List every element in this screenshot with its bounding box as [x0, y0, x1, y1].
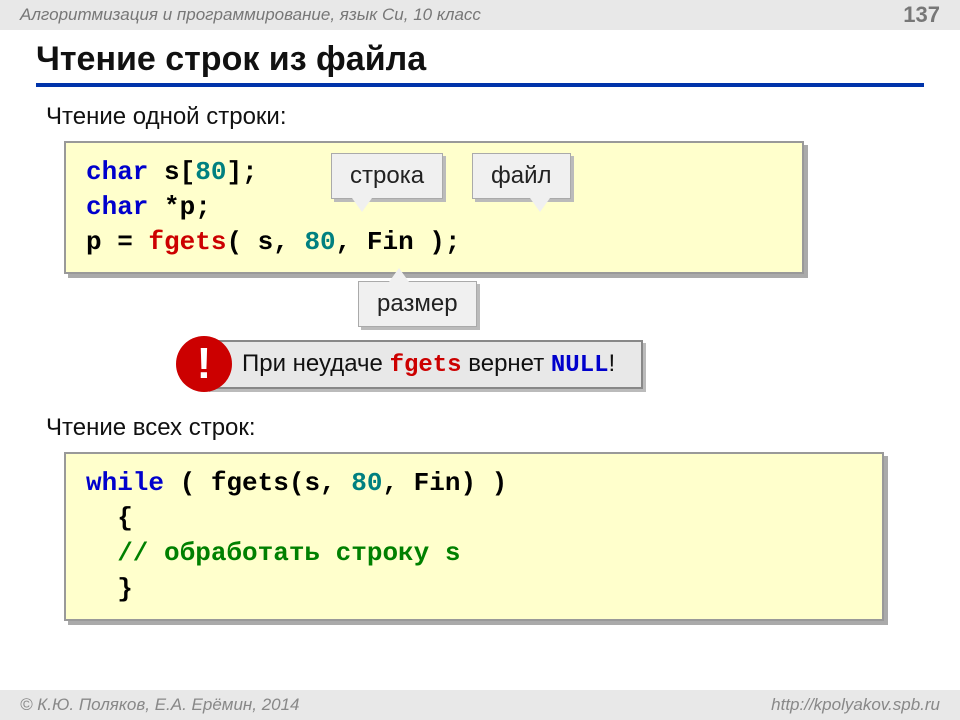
- section2-heading: Чтение всех строк:: [46, 414, 914, 442]
- code-line: while ( fgets(s, 80, Fin) ): [86, 466, 862, 501]
- copyright: © К.Ю. Поляков, Е.А. Ерёмин, 2014: [20, 695, 300, 715]
- callout-fail: файл: [472, 153, 571, 199]
- footer-url: http://kpolyakov.spb.ru: [771, 695, 940, 715]
- page-number: 137: [903, 2, 940, 28]
- callout-stroka: строка: [331, 153, 443, 199]
- callout-razmer: размер: [358, 281, 477, 327]
- slide-footer: © К.Ю. Поляков, Е.А. Ерёмин, 2014 http:/…: [0, 690, 960, 720]
- page-title: Чтение строк из файла: [36, 40, 924, 87]
- warning-icon: !: [176, 336, 232, 392]
- code-line: }: [86, 572, 862, 607]
- breadcrumb: Алгоритмизация и программирование, язык …: [20, 5, 481, 25]
- code-block-2: while ( fgets(s, 80, Fin) ) { // обработ…: [64, 452, 884, 620]
- slide-header: Алгоритмизация и программирование, язык …: [0, 0, 960, 30]
- code-line: // обработать строку s: [86, 536, 862, 571]
- code-line: p = fgets( s, 80, Fin );: [86, 225, 782, 260]
- note-row: ! При неудаче fgets вернет NULL!: [176, 336, 924, 392]
- code-block-1: char s[80]; char *p; p = fgets( s, 80, F…: [64, 141, 804, 274]
- note-box: При неудаче fgets вернет NULL!: [206, 340, 643, 389]
- code-line: {: [86, 501, 862, 536]
- section1-heading: Чтение одной строки:: [46, 103, 914, 131]
